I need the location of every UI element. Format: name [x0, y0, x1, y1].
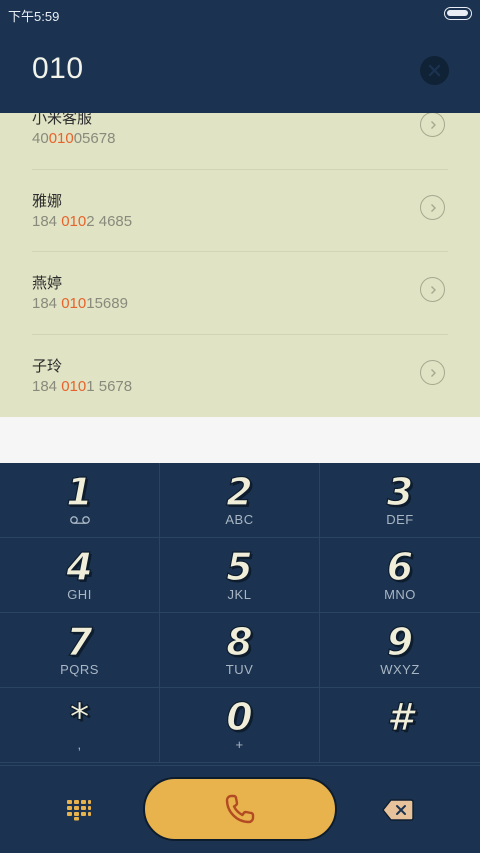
voicemail-icon [69, 516, 90, 524]
number-match-highlight: 010 [61, 213, 87, 230]
backspace-icon[interactable] [382, 799, 414, 821]
dialer-action-bar [0, 765, 480, 853]
key-letters: + [235, 737, 244, 752]
number-match-highlight: 010 [48, 130, 74, 147]
key-digit: * [69, 695, 90, 739]
key-letters: JKL [227, 587, 252, 602]
key-2[interactable]: 2 ABC [160, 463, 320, 538]
contact-number: 184 01015689 [32, 295, 128, 312]
chevron-right-icon [430, 120, 436, 129]
key-digit: 5 [226, 545, 254, 589]
key-hash[interactable]: # [320, 688, 480, 763]
chevron-right-icon [430, 285, 436, 294]
key-star[interactable]: * , [0, 688, 160, 763]
list-footer-area [0, 417, 480, 463]
number-match-highlight: 010 [61, 378, 87, 395]
key-digit: 4 [66, 545, 94, 589]
contact-name: 燕婷 [32, 275, 63, 292]
key-digit: 8 [226, 620, 254, 664]
key-digit: # [386, 695, 414, 739]
key-3[interactable]: 3 DEF [320, 463, 480, 538]
contact-name: 雅娜 [32, 193, 63, 210]
key-digit: 1 [66, 470, 94, 514]
contact-row[interactable]: 子玲 184 0101 5678 [0, 331, 480, 413]
dialpad-grid-icon[interactable] [66, 799, 92, 821]
contact-number: 184 0101 5678 [32, 378, 133, 395]
dial-keypad: 1 2 ABC 3 DEF 4 GHI 5 JKL 6 MNO 7 PQRS 8… [0, 463, 480, 765]
dialed-number-input[interactable]: 010 [32, 52, 84, 86]
contact-detail-button[interactable] [420, 360, 445, 385]
status-time: 下午5:59 [8, 9, 60, 24]
contact-detail-button[interactable] [420, 277, 445, 302]
dialer-header: 010 [0, 28, 480, 113]
key-digit: 6 [386, 545, 414, 589]
key-letters: PQRS [60, 662, 99, 677]
key-digit: 9 [386, 620, 414, 664]
phone-icon [225, 794, 255, 824]
key-digit: 0 [226, 695, 254, 739]
key-9[interactable]: 9 WXYZ [320, 613, 480, 688]
contact-number: 4001005678 [32, 130, 116, 147]
contact-detail-button[interactable] [420, 113, 445, 137]
key-0[interactable]: 0 + [160, 688, 320, 763]
key-letters: , [77, 737, 82, 752]
key-digit: 3 [386, 470, 414, 514]
chevron-right-icon [430, 368, 436, 377]
key-letters: DEF [386, 512, 414, 527]
key-letters: MNO [384, 587, 416, 602]
contact-name: 子玲 [32, 358, 63, 375]
contact-number: 184 0102 4685 [32, 213, 133, 230]
number-match-highlight: 010 [61, 295, 87, 312]
contact-row[interactable]: 雅娜 184 0102 4685 [0, 166, 480, 248]
key-7[interactable]: 7 PQRS [0, 613, 160, 688]
key-letters: WXYZ [380, 662, 420, 677]
clear-input-button[interactable] [420, 56, 449, 85]
battery-level [447, 10, 468, 16]
key-6[interactable]: 6 MNO [320, 538, 480, 613]
call-button[interactable] [143, 777, 337, 841]
key-8[interactable]: 8 TUV [160, 613, 320, 688]
key-letters: GHI [67, 587, 92, 602]
chevron-right-icon [430, 203, 436, 212]
battery-icon [444, 7, 472, 20]
key-5[interactable]: 5 JKL [160, 538, 320, 613]
contact-row[interactable]: 小米客服 4001005678 [0, 113, 480, 165]
key-digit: 2 [226, 470, 254, 514]
contact-name: 小米客服 [32, 113, 93, 127]
contact-row[interactable]: 燕婷 184 01015689 [0, 248, 480, 330]
key-4[interactable]: 4 GHI [0, 538, 160, 613]
contact-results-list: 小米客服 4001005678 雅娜 184 0102 4685 燕婷 184 … [0, 113, 480, 417]
close-icon [428, 64, 441, 77]
key-letters: TUV [225, 662, 254, 677]
key-digit: 7 [66, 620, 94, 664]
status-bar: 下午5:59 [0, 0, 480, 28]
contact-detail-button[interactable] [420, 195, 445, 220]
key-letters: ABC [225, 512, 254, 527]
key-1[interactable]: 1 [0, 463, 160, 538]
